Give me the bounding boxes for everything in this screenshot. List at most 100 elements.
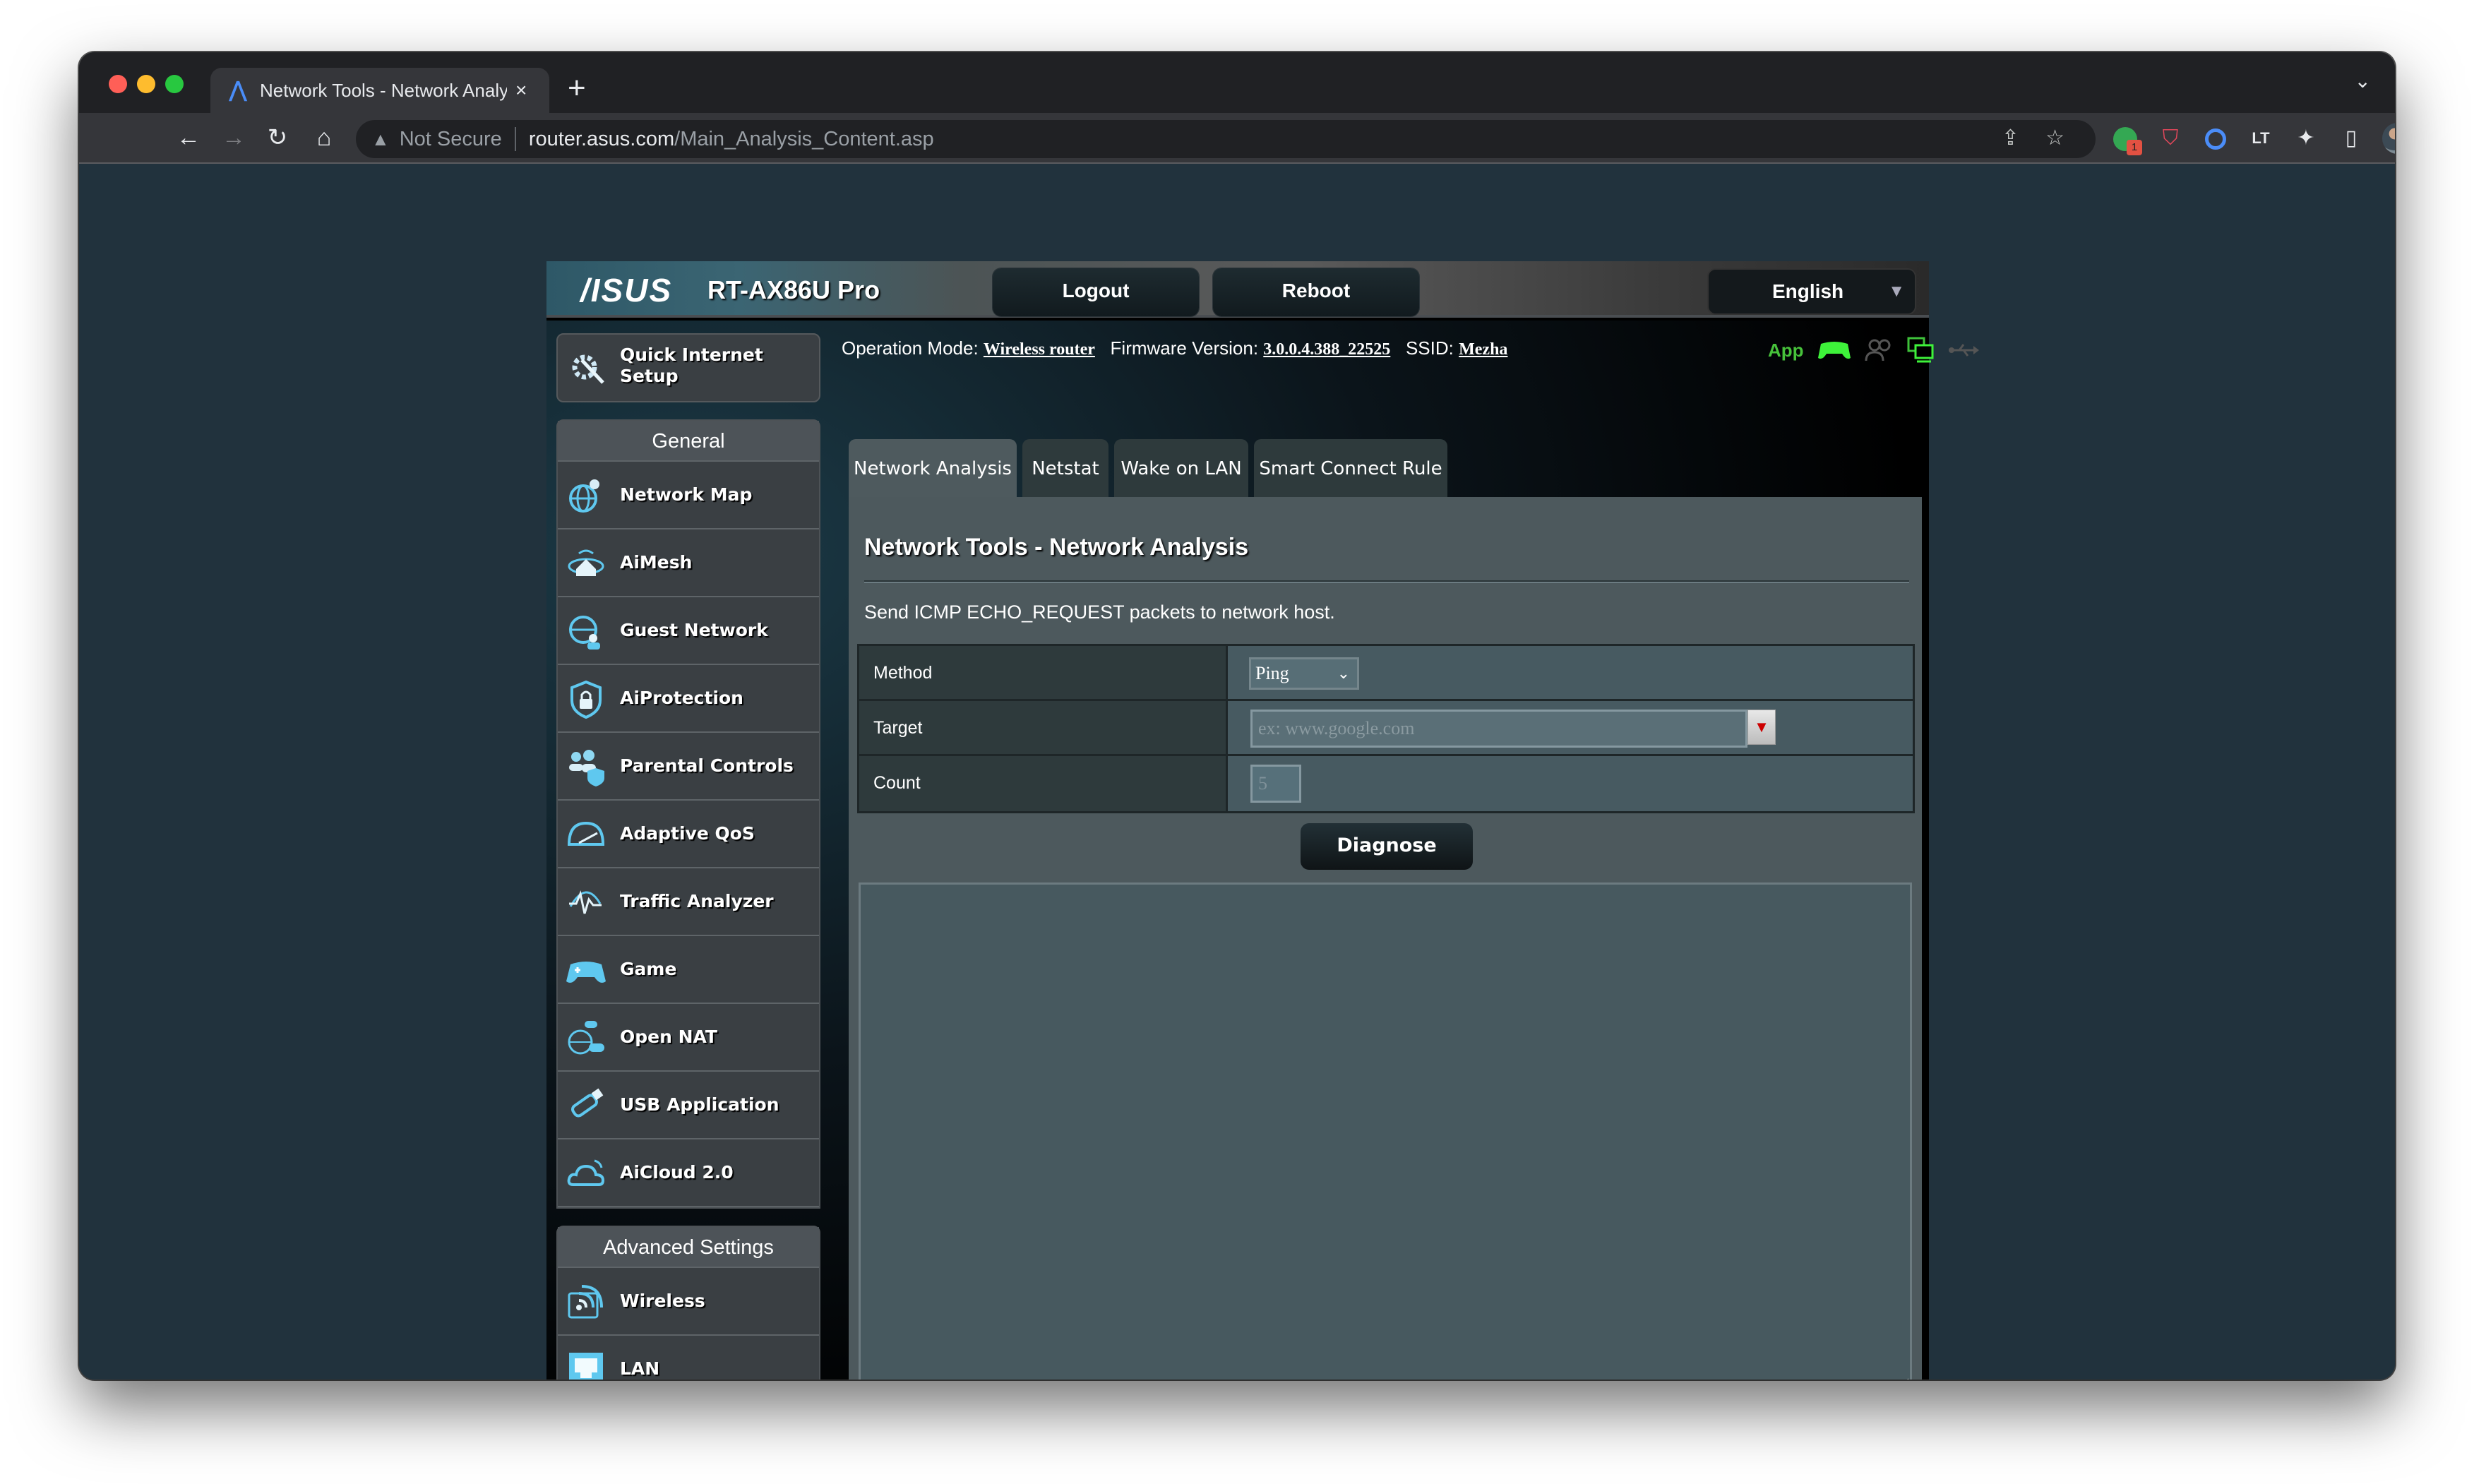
bookmark-star-icon[interactable]: ☆ <box>2045 126 2064 150</box>
game-mode-icon[interactable] <box>1817 340 1851 361</box>
tab-netstat[interactable]: Netstat <box>1022 439 1108 498</box>
dropdown-arrow-icon: ▼ <box>1888 282 1905 301</box>
operation-mode-label: Operation Mode: <box>842 337 979 359</box>
count-input[interactable]: 5 <box>1250 765 1301 803</box>
usb-icon[interactable] <box>1948 342 1979 359</box>
extensions-puzzle-icon[interactable]: ✦ <box>2289 121 2323 155</box>
extension-green-icon[interactable]: 1 <box>2108 121 2142 155</box>
ssid-label: SSID: <box>1405 337 1454 359</box>
network-device-icon[interactable] <box>1907 337 1934 364</box>
tab-smart-connect-rule[interactable]: Smart Connect Rule <box>1254 439 1447 498</box>
method-value: Ping <box>1255 663 1289 683</box>
share-icon[interactable]: ⇪ <box>2002 126 2019 150</box>
sidebar-item-lan[interactable]: LAN <box>558 1336 819 1380</box>
back-button[interactable]: ← <box>171 120 206 155</box>
reload-button[interactable]: ↻ <box>260 120 295 155</box>
sidebar-item-guest-network[interactable]: Guest Network <box>558 597 819 665</box>
sidebar-item-open-nat[interactable]: Open NAT <box>558 1004 819 1072</box>
resize-grip-icon[interactable]: ◢ <box>1899 1375 1908 1380</box>
sidebar-item-wireless[interactable]: Wireless <box>558 1268 819 1336</box>
router-header: /ISUS RT-AX86U Pro Logout Reboot English… <box>546 261 1929 318</box>
operation-mode-link[interactable]: Wireless router <box>984 340 1095 359</box>
side-panel-icon[interactable]: ▯ <box>2334 121 2368 155</box>
form-row-count: Count 5 <box>859 756 1913 811</box>
chevron-down-icon: ⌄ <box>1337 664 1350 682</box>
sidebar-item-parental-controls[interactable]: Parental Controls <box>558 733 819 801</box>
sidebar-item-aiprotection[interactable]: AiProtection <box>558 665 819 733</box>
firmware-link[interactable]: 3.0.0.4.388_22525 <box>1263 340 1390 359</box>
status-icons: App <box>1768 336 1979 364</box>
sidebar-item-network-map[interactable]: Network Map <box>558 462 819 529</box>
languagetool-icon[interactable]: LT <box>2244 121 2278 155</box>
sidebar-item-traffic-analyzer[interactable]: Traffic Analyzer <box>558 868 819 936</box>
target-input[interactable]: ex: www.google.com <box>1250 710 1747 748</box>
gear-wand-icon <box>572 354 604 384</box>
new-tab-button[interactable]: + <box>568 71 586 106</box>
logout-button[interactable]: Logout <box>993 268 1199 316</box>
ssid-link[interactable]: Mezha <box>1459 340 1507 359</box>
tab-strip: ⋀ Network Tools - Network Analy × + ⌄ <box>79 52 2395 113</box>
menu-advanced-title: Advanced Settings <box>558 1227 819 1268</box>
sidebar-item-aicloud[interactable]: AiCloud 2.0 <box>558 1139 819 1207</box>
language-value: English <box>1772 280 1844 302</box>
sidebar-item-game[interactable]: Game <box>558 936 819 1004</box>
asus-favicon-icon: ⋀ <box>229 78 247 102</box>
sidebar-item-label: Traffic Analyzer <box>620 891 774 911</box>
quick-internet-setup-label: Quick Internet Setup <box>620 345 763 387</box>
network-analysis-panel: Network Tools - Network Analysis Send IC… <box>849 497 1922 1380</box>
close-window-button[interactable] <box>109 75 127 93</box>
sidebar-item-label: AiMesh <box>620 552 693 573</box>
firmware-label: Firmware Version: <box>1110 337 1259 359</box>
sidebar-item-adaptive-qos[interactable]: Adaptive QoS <box>558 801 819 868</box>
sidebar-item-label: Game <box>620 959 677 979</box>
security-status[interactable]: Not Secure <box>400 128 502 151</box>
menu-general: General Network Map AiMesh Guest Network <box>556 419 820 1209</box>
home-button[interactable]: ⌂ <box>306 120 342 155</box>
method-label: Method <box>859 646 1228 699</box>
sidebar-item-aimesh[interactable]: AiMesh <box>558 529 819 597</box>
tab-wake-on-lan[interactable]: Wake on LAN <box>1114 439 1248 498</box>
router-body: Quick Internet Setup General Network Map… <box>546 321 1979 1380</box>
pocket-icon[interactable]: ⛉ <box>2153 121 2187 155</box>
gauge-icon <box>567 821 605 846</box>
method-select[interactable]: Ping ⌄ <box>1249 657 1359 690</box>
app-status-link[interactable]: App <box>1768 340 1804 361</box>
address-bar[interactable]: ▲ Not Secure router.asus.com /Main_Analy… <box>356 120 2096 158</box>
diagnose-output-textarea[interactable]: ◢ <box>859 882 1912 1380</box>
page-title: Network Tools - Network Analysis <box>864 534 1249 561</box>
analysis-form: Method Ping ⌄ Target ex: www.google.com … <box>857 644 1915 813</box>
asus-logo[interactable]: /ISUS <box>580 271 672 309</box>
language-select[interactable]: English ▼ <box>1707 268 1916 315</box>
omnibox-separator <box>514 127 516 151</box>
minimize-window-button[interactable] <box>137 75 155 93</box>
sidebar-item-label: LAN <box>620 1358 660 1379</box>
password-manager-icon[interactable] <box>2199 121 2233 155</box>
tab-search-chevron-icon[interactable]: ⌄ <box>2355 69 2371 92</box>
reboot-button[interactable]: Reboot <box>1213 268 1419 316</box>
shield-lock-icon <box>570 680 602 719</box>
target-dropdown-button[interactable]: ▼ <box>1747 710 1776 745</box>
sidebar-item-label: AiCloud 2.0 <box>620 1162 734 1183</box>
router-status-bar: Operation Mode: Wireless router Firmware… <box>842 337 1915 366</box>
quick-internet-setup-button[interactable]: Quick Internet Setup <box>556 333 820 402</box>
globe-pin-icon <box>569 479 599 513</box>
sidebar-item-usb-application[interactable]: USB Application <box>558 1072 819 1139</box>
clients-icon[interactable] <box>1865 338 1893 362</box>
usb-drive-icon <box>571 1088 604 1118</box>
sidebar-item-label: Open NAT <box>620 1027 717 1047</box>
browser-toolbar: ← → ↻ ▲ Not Secure router.asus.com /Main… <box>79 113 2395 164</box>
browser-tab-active[interactable]: ⋀ Network Tools - Network Analy × <box>210 68 549 113</box>
tab-network-analysis[interactable]: Network Analysis <box>849 439 1017 498</box>
qis-line-1: Quick Internet <box>620 345 763 365</box>
tab-close-icon[interactable]: × <box>515 79 527 102</box>
diagnose-button[interactable]: Diagnose <box>1301 823 1473 870</box>
gamepad-icon <box>566 962 606 983</box>
family-lock-icon <box>569 750 604 786</box>
sidebar-item-label: Wireless <box>620 1291 705 1311</box>
forward-button[interactable]: → <box>216 120 251 155</box>
profile-avatar[interactable] <box>2382 123 2395 154</box>
sidebar-item-label: Guest Network <box>620 620 768 640</box>
warning-icon: ▲ <box>371 128 390 150</box>
url-path: /Main_Analysis_Content.asp <box>674 127 934 150</box>
zoom-window-button[interactable] <box>165 75 184 93</box>
